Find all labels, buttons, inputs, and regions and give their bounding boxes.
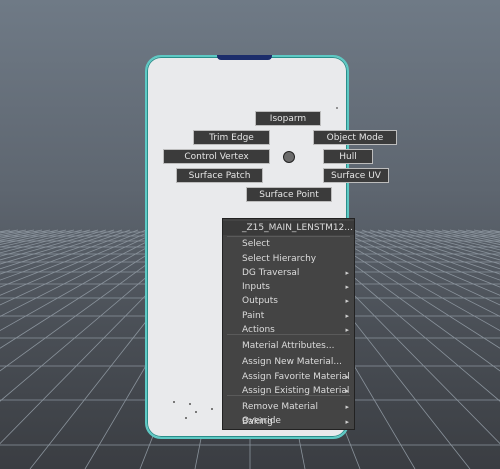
submenu-arrow-icon: ▸ — [345, 269, 349, 277]
context-menu: _Z15_MAIN_LENSTM12... Select Select Hiera… — [222, 218, 355, 430]
menu-item-label: Outputs — [242, 296, 278, 306]
menu-item-3[interactable]: Inputs ▸ — [223, 280, 354, 294]
submenu-arrow-icon: ▸ — [345, 418, 349, 426]
submenu-arrow-icon: ▸ — [345, 297, 349, 305]
menu-item-label: Material Attributes... — [242, 341, 335, 351]
menu-item-label: Assign New Material... — [242, 357, 342, 367]
menu-divider — [227, 395, 350, 396]
menu-item-2[interactable]: DG Traversal ▸ — [223, 266, 354, 280]
menu-item-4[interactable]: Outputs ▸ — [223, 294, 354, 308]
menu-item-label: Assign Favorite Material — [242, 372, 350, 382]
menu-item-5[interactable]: Paint ▸ — [223, 309, 354, 323]
menu-item-label: Baking — [242, 417, 273, 427]
submenu-arrow-icon: ▸ — [345, 312, 349, 320]
menu-item-9[interactable]: Assign Favorite Material ▸ — [223, 370, 354, 384]
marking-center-icon — [283, 151, 295, 163]
marking-isoparm[interactable]: Isoparm — [255, 111, 321, 126]
menu-item-7[interactable]: Material Attributes... — [223, 339, 354, 353]
menu-item-label: DG Traversal — [242, 268, 300, 278]
menu-item-label: Select — [242, 239, 270, 249]
marking-control-vertex[interactable]: Control Vertex — [163, 149, 270, 164]
submenu-arrow-icon: ▸ — [345, 283, 349, 291]
marking-surface-point[interactable]: Surface Point — [246, 187, 332, 202]
context-menu-header[interactable]: _Z15_MAIN_LENSTM12... — [223, 221, 354, 235]
menu-item-label: Paint — [242, 311, 265, 321]
marking-surface-uv[interactable]: Surface UV — [323, 168, 389, 183]
menu-item-1[interactable]: Select Hierarchy — [223, 252, 354, 266]
menu-item-label: Inputs — [242, 282, 270, 292]
marking-object-mode[interactable]: Object Mode — [313, 130, 397, 145]
menu-item-0[interactable]: Select — [223, 237, 354, 251]
menu-divider — [227, 334, 350, 335]
submenu-arrow-icon: ▸ — [345, 373, 349, 381]
menu-item-12[interactable]: Baking ▸ — [223, 415, 354, 429]
marking-trim-edge[interactable]: Trim Edge — [193, 130, 270, 145]
menu-item-label: Select Hierarchy — [242, 254, 317, 264]
marking-surface-patch[interactable]: Surface Patch — [176, 168, 263, 183]
marking-hull[interactable]: Hull — [323, 149, 373, 164]
menu-item-11[interactable]: Remove Material Override ▸ — [223, 400, 354, 426]
menu-item-8[interactable]: Assign New Material... — [223, 355, 354, 369]
submenu-arrow-icon: ▸ — [345, 403, 349, 411]
